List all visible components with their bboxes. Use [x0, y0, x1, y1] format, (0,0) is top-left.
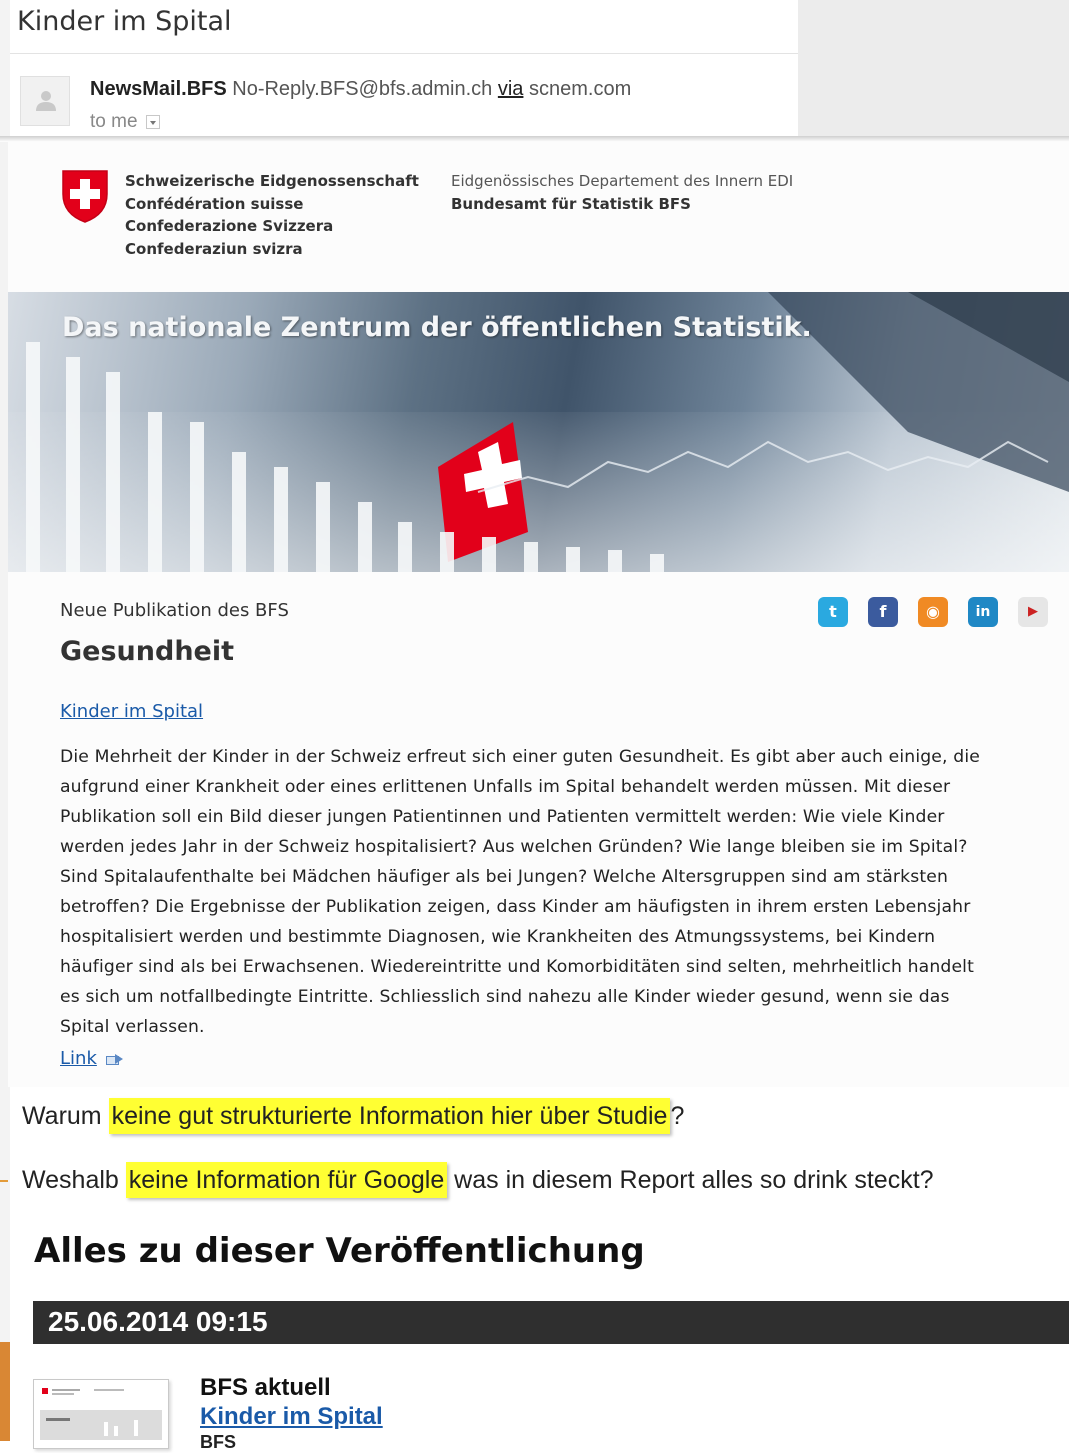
linkedin-icon[interactable]: in [968, 597, 998, 627]
more-link[interactable]: Link [60, 1048, 97, 1069]
comment-1-suffix: ? [670, 1102, 685, 1130]
publication-thumbnail[interactable] [33, 1379, 169, 1449]
confederation-names: Schweizerische Eidgenossenschaft Confédé… [125, 170, 419, 260]
department-block: Eidgenössisches Departement des Innern E… [451, 170, 793, 215]
banner-title: Das nationale Zentrum der öffentlichen S… [62, 312, 812, 343]
section-title: Alles zu dieser Veröffentlichung [34, 1231, 645, 1271]
email-header: Kinder im Spital NewsMail.BFS No-Reply.B… [10, 0, 798, 136]
comment-2-suffix: was in diesem Report alles so drink stec… [447, 1166, 934, 1194]
confederation-fr: Confédération suisse [125, 194, 304, 213]
header-divider [10, 53, 798, 54]
recipient-label: to me [90, 111, 138, 132]
series-name: BFS aktuell [200, 1374, 331, 1401]
department-name: Eidgenössisches Departement des Innern E… [451, 172, 794, 190]
twitter-icon[interactable]: t [818, 597, 848, 627]
orange-side-bar [0, 1342, 10, 1441]
publication-description: Die Mehrheit der Kinder in der Schweiz e… [60, 747, 980, 1037]
avatar[interactable] [20, 76, 70, 126]
confederation-it: Confederazione Svizzera [125, 217, 334, 235]
details-dropdown-icon[interactable] [145, 114, 160, 129]
publication-label: Neue Publikation des BFS [60, 600, 289, 621]
via-domain: scnem.com [529, 78, 632, 100]
confederation-rm: Confederaziun svizra [125, 239, 303, 258]
hero-banner: Das nationale Zentrum der öffentlichen S… [8, 292, 1069, 572]
release-link[interactable]: Kinder im Spital [200, 1403, 383, 1431]
comment-2-prefix: Weshalb [22, 1166, 126, 1194]
sender-line: NewsMail.BFS No-Reply.BFS@bfs.admin.ch v… [90, 78, 631, 101]
release-datetime: 25.06.2014 09:15 [48, 1306, 268, 1337]
twitter-icon-glyph: t [829, 602, 837, 621]
sender-name[interactable]: NewsMail.BFS [90, 78, 227, 100]
comment-question-1: Warum keine gut strukturierte Informatio… [22, 1098, 685, 1134]
publication-category: Gesundheit [60, 636, 235, 667]
rss-icon-glyph: ◉ [926, 602, 940, 621]
thumbnail-graphic [40, 1388, 162, 1440]
confederation-de: Schweizerische Eidgenossenschaft [125, 172, 419, 190]
date-bar: 25.06.2014 09:15 [33, 1301, 1069, 1344]
linkedin-icon-glyph: in [975, 604, 991, 620]
highlight-2: keine Information für Google [125, 1162, 448, 1198]
person-icon [36, 91, 56, 111]
email-subject: Kinder im Spital [17, 6, 232, 37]
highlight-1: keine gut strukturierte Information hier… [108, 1098, 671, 1134]
office-name: Bundesamt für Statistik BFS [451, 194, 691, 213]
comment-1-prefix: Warum [22, 1102, 109, 1130]
sender-address: No-Reply.BFS@bfs.admin.ch [232, 78, 493, 100]
youtube-icon-glyph: ▶ [1028, 604, 1038, 619]
newsletter-body: Schweizerische Eidgenossenschaft Confédé… [8, 142, 1069, 1087]
facebook-icon-glyph: f [879, 602, 887, 621]
external-link-icon[interactable] [106, 1054, 124, 1066]
via-link[interactable]: via [498, 78, 524, 100]
recipient-line: to me [90, 111, 160, 133]
orange-marker [0, 1180, 8, 1182]
comment-question-2: Weshalb keine Information für Google was… [22, 1162, 934, 1198]
release-meta-cut: BFS [200, 1432, 236, 1452]
header-side-panel [798, 0, 1069, 138]
facebook-icon[interactable]: f [868, 597, 898, 627]
rss-icon[interactable]: ◉ [918, 597, 948, 627]
swiss-shield-icon [62, 170, 108, 223]
publication-link[interactable]: Kinder im Spital [60, 701, 203, 722]
youtube-icon[interactable]: ▶ [1018, 597, 1048, 627]
